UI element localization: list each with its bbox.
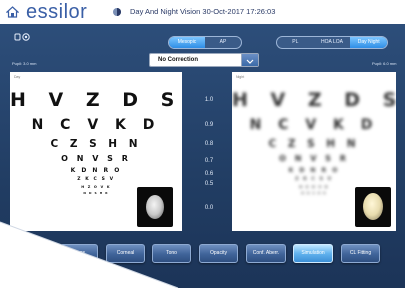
retinal-image-night [355,187,391,227]
chart-row: O N V S R [61,154,131,163]
display-toggle: PL HOA LOA Day Night [276,36,388,49]
acuity-value: 0.7 [204,158,214,164]
chart-tag-day: Day [14,75,21,79]
chevron-down-icon[interactable] [241,54,258,66]
chart-row: H V Z D S [232,89,396,111]
chart-row: Z K C S V [77,177,115,182]
acuity-value: 0.6 [204,171,214,177]
chart-row: Z K C S V [295,177,333,182]
acuity-chart-day: Day H V Z D S N C V K D C Z S H N O N V … [10,72,182,231]
acuity-value: 0.5 [204,181,214,187]
tab-corneal[interactable]: Corneal [106,244,145,263]
chart-row: C Z S H N [268,138,360,150]
chart-row: K D N R O [70,167,122,174]
brand-logo: essilor [26,1,88,23]
correction-select[interactable]: No Correction [149,53,259,67]
pupil-label-left: Pupil: 3.0 mm [12,61,37,66]
pupil-label-right: Pupil: 6.0 mm [372,61,397,66]
chart-row: N C V K D [249,117,379,133]
chart-row: O N V S R [279,154,349,163]
app-window: essilor Day And Night Vision 30-Oct-2017… [0,0,405,288]
tab-zernike[interactable]: Zernike [20,244,52,263]
tab-simulation[interactable]: Simulation [293,244,333,263]
tab-cl-fitting[interactable]: CL Fitting [341,244,380,263]
chart-row: N C V K D [31,117,161,133]
acuity-value: 1.0 [204,97,214,103]
sun-moon-icon [113,8,121,16]
acuity-chart-night: Night H V Z D S N C V K D C Z S H N O N … [232,72,396,231]
tab-tono[interactable]: Tono [152,244,191,263]
tab-conf-aberr[interactable]: Conf. Aberr. [246,244,286,263]
correction-value: No Correction [158,57,199,63]
display-option-day-night[interactable]: Day Night [350,37,387,48]
acuity-value: 0.9 [204,122,214,128]
page-title: Day And Night Vision 30-Oct-2017 17:26:0… [130,7,276,16]
tab-opacity[interactable]: Opacity [199,244,238,263]
chart-row: H V Z D S [10,89,182,111]
home-icon[interactable] [6,6,19,18]
vision-option-mesopic[interactable]: Mesopic [169,37,205,48]
display-option-pl[interactable]: PL [277,37,314,48]
retinal-image-day [137,187,173,227]
chart-row: C Z S H N [50,138,142,150]
tab-maps[interactable]: Maps [60,244,98,263]
camera-icon[interactable] [14,32,32,42]
vision-option-ap[interactable]: AP [205,37,241,48]
chart-tag-night: Night [236,75,245,79]
header-bar: essilor Day And Night Vision 30-Oct-2017… [0,0,405,24]
acuity-value: 0.0 [204,205,214,211]
display-option-hoa-loa[interactable]: HOA LOA [314,37,351,48]
vision-toggle: Mesopic AP [168,36,242,49]
acuity-value: 0.8 [204,141,214,147]
chart-row: K D N R O [288,167,340,174]
